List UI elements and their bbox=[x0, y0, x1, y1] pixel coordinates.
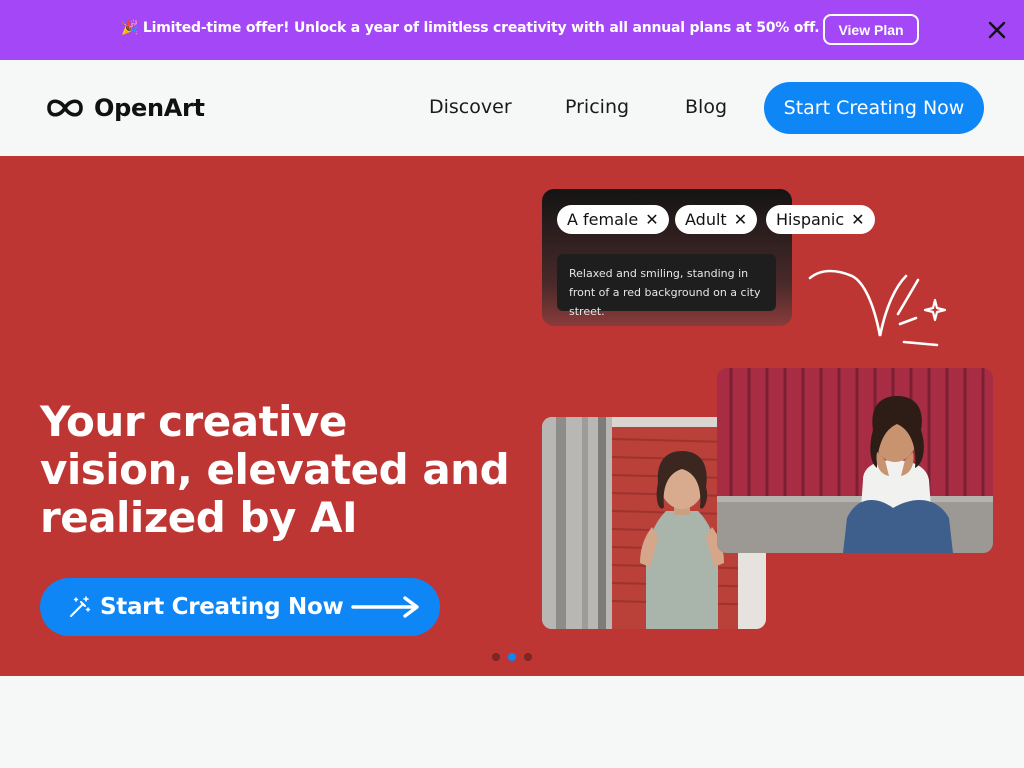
promo-text: 🎉 Limited-time offer! Unlock a year of l… bbox=[121, 20, 820, 36]
top-nav: OpenArt Discover Pricing Blog Start Crea… bbox=[0, 60, 1024, 156]
chip-label: Hispanic bbox=[776, 210, 845, 229]
nav-link-discover[interactable]: Discover bbox=[429, 96, 512, 118]
close-icon[interactable] bbox=[985, 18, 1009, 42]
sample-photo-woman-sitting bbox=[717, 368, 993, 553]
carousel-indicator bbox=[492, 653, 540, 661]
nav-link-blog[interactable]: Blog bbox=[685, 96, 727, 118]
chip-label: Adult bbox=[685, 210, 727, 229]
infinity-logo-icon bbox=[47, 99, 83, 117]
promo-banner: 🎉 Limited-time offer! Unlock a year of l… bbox=[0, 0, 1024, 60]
hero-headline: Your creative vision, elevated and reali… bbox=[40, 397, 510, 542]
arrow-right-icon bbox=[351, 596, 420, 618]
hero-start-creating-button[interactable]: Start Creating Now bbox=[40, 578, 440, 636]
magic-wand-icon bbox=[70, 596, 91, 617]
view-plan-button[interactable]: View Plan bbox=[823, 14, 919, 45]
nav-link-pricing[interactable]: Pricing bbox=[565, 96, 629, 118]
brand-logo[interactable]: OpenArt bbox=[45, 93, 205, 123]
prompt-card: A female ✕ Adult ✕ Hispanic ✕ Relaxed and s… bbox=[542, 189, 875, 326]
carousel-dot[interactable] bbox=[492, 653, 500, 661]
prompt-chip[interactable]: Hispanic ✕ bbox=[766, 205, 875, 234]
hero-section: Your creative vision, elevated and reali… bbox=[0, 156, 1024, 676]
prompt-chip[interactable]: A female ✕ bbox=[557, 205, 669, 234]
page-lower-section bbox=[0, 676, 1024, 768]
remove-chip-icon[interactable]: ✕ bbox=[645, 210, 658, 229]
brand-name: OpenArt bbox=[94, 94, 205, 122]
prompt-text: Relaxed and smiling, standing in front o… bbox=[557, 254, 776, 318]
prompt-chip[interactable]: Adult ✕ bbox=[675, 205, 758, 234]
carousel-dot[interactable] bbox=[524, 653, 532, 661]
sparkle-doodle-icon bbox=[808, 269, 947, 347]
chip-label: A female bbox=[567, 210, 639, 229]
carousel-dot-active[interactable] bbox=[508, 653, 516, 661]
nav-start-creating-button[interactable]: Start Creating Now bbox=[764, 82, 984, 134]
remove-chip-icon[interactable]: ✕ bbox=[734, 210, 747, 229]
remove-chip-icon[interactable]: ✕ bbox=[851, 210, 864, 229]
hero-cta-label: Start Creating Now bbox=[100, 594, 344, 620]
